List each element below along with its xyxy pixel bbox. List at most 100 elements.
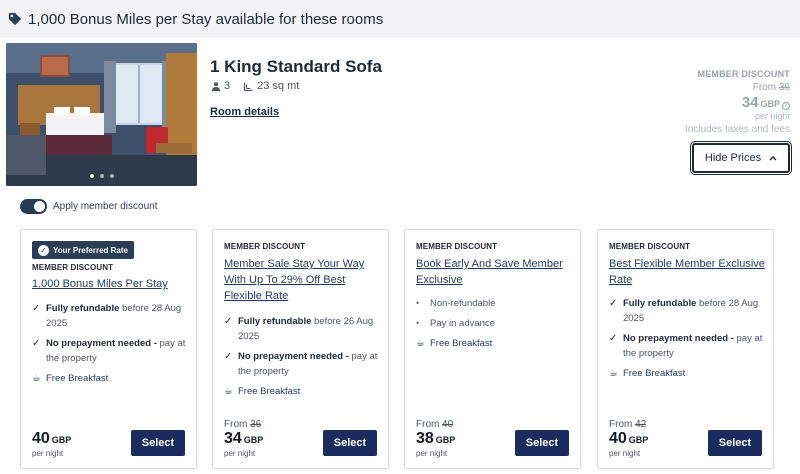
price-amount: 38	[416, 430, 434, 447]
feature-text: Pay in advance	[430, 318, 495, 329]
carousel-dots[interactable]	[6, 174, 197, 178]
chevron-up-icon	[769, 156, 777, 161]
toggle-label: Apply member discount	[53, 201, 158, 212]
rate-card: MEMBER DISCOUNT Book Early And Save Memb…	[404, 229, 581, 469]
rate-features: ✓ Fully refundable before 26 Aug 2025 ✓ …	[224, 314, 382, 404]
check-icon: ✓	[32, 338, 41, 349]
rate-card: MEMBER DISCOUNT Member Sale Stay Your Wa…	[212, 229, 389, 469]
original-price: 36	[250, 419, 262, 430]
room-size-icon	[244, 82, 253, 91]
feature-bold: No prepayment needed -	[238, 351, 349, 362]
tag-icon	[8, 12, 22, 26]
prepayment-feature: ✓ No prepayment needed - pay at the prop…	[609, 331, 767, 361]
bonus-miles-banner: 1,000 Bonus Miles per Stay available for…	[0, 0, 800, 38]
refundable-feature: ✓ Fully refundable before 28 Aug 2025	[32, 301, 190, 331]
room-photo-carousel[interactable]	[6, 43, 197, 186]
currency: GBP	[760, 99, 780, 109]
breakfast-label: Free Breakfast	[623, 368, 686, 379]
room-size-value: 23 sq mt	[257, 80, 300, 92]
breakfast-label: Free Breakfast	[238, 386, 301, 397]
price-value: 34	[741, 94, 759, 111]
coffee-cup-icon: ☕	[32, 373, 41, 384]
card-price: From 36 34 GBP per night	[224, 419, 263, 458]
room-meta: 3 23 sq mt	[212, 80, 313, 92]
per-night-label: per night	[609, 449, 641, 458]
price-amount: 40	[609, 430, 627, 447]
per-night-label: per night	[32, 449, 64, 458]
rate-card: MEMBER DISCOUNT Best Flexible Member Exc…	[597, 229, 774, 469]
non-refundable-feature: • Non-refundable	[416, 296, 574, 311]
hide-prices-button[interactable]: Hide Prices	[690, 141, 792, 175]
feature-bold: Fully refundable	[623, 298, 697, 309]
card-price: From 42 40 GBP per night	[609, 419, 648, 458]
check-icon: ✓	[224, 351, 233, 362]
price-amount: 34	[224, 430, 242, 447]
check-icon: ✓	[224, 316, 233, 327]
bullet-icon: •	[416, 318, 420, 328]
from-prefix: From	[224, 419, 248, 430]
preferred-rate-badge: ✓ Your Preferred Rate	[32, 241, 134, 259]
per-night-label: per night	[224, 449, 256, 458]
price-value: 38 GBP	[416, 430, 455, 449]
per-night-label: per night	[754, 111, 790, 121]
select-button[interactable]: Select	[323, 430, 377, 456]
member-discount-label: MEMBER DISCOUNT	[32, 263, 114, 272]
select-button[interactable]: Select	[708, 430, 762, 456]
currency: GBP	[243, 435, 264, 445]
rate-features: ✓ Fully refundable before 28 Aug 2025 ✓ …	[609, 296, 767, 386]
breakfast-label: Free Breakfast	[46, 373, 109, 384]
coffee-cup-icon: ☕	[416, 338, 425, 349]
badge-label: Your Preferred Rate	[53, 245, 128, 255]
rate-features: ✓ Fully refundable before 28 Aug 2025 ✓ …	[32, 301, 190, 391]
per-night-label: per night	[416, 449, 448, 458]
member-discount-toggle[interactable]	[20, 199, 47, 214]
currency: GBP	[435, 435, 456, 445]
discounted-price: 34 GBP i	[685, 94, 790, 111]
carousel-dot[interactable]	[109, 174, 114, 178]
info-icon[interactable]: i	[782, 102, 790, 110]
feature-bold: No prepayment needed -	[46, 338, 157, 349]
original-price: 42	[635, 419, 647, 430]
card-price: From 40 38 GBP per night	[416, 419, 455, 458]
coffee-cup-icon: ☕	[224, 386, 233, 397]
prepayment-feature: ✓ No prepayment needed - pay at the prop…	[224, 349, 382, 379]
rate-card: ✓ Your Preferred Rate MEMBER DISCOUNT 1,…	[20, 229, 197, 469]
from-price: From 42	[609, 419, 648, 430]
feature-bold: Fully refundable	[46, 303, 120, 314]
hide-prices-label: Hide Prices	[704, 152, 762, 164]
select-button[interactable]: Select	[131, 430, 185, 456]
member-discount-label: MEMBER DISCOUNT	[697, 69, 790, 79]
room-photo	[6, 43, 197, 186]
guest-capacity: 3	[212, 80, 230, 92]
breakfast-feature: ☕ Free Breakfast	[224, 384, 382, 399]
prepayment-feature: ✓ No prepayment needed - pay at the prop…	[32, 336, 190, 366]
feature-text: Non-refundable	[430, 298, 496, 309]
check-circle-icon: ✓	[38, 244, 49, 256]
feature-bold: No prepayment needed -	[623, 333, 734, 344]
room-size: 23 sq mt	[244, 80, 299, 92]
rate-features: • Non-refundable • Pay in advance ☕ Free…	[416, 296, 574, 356]
carousel-dot[interactable]	[89, 174, 94, 178]
from-price: From 40	[416, 419, 455, 430]
breakfast-feature: ☕ Free Breakfast	[609, 366, 767, 381]
from-prefix: From	[609, 419, 633, 430]
rate-name-link[interactable]: Best Flexible Member Exclusive Rate	[609, 256, 767, 288]
guest-count: 3	[224, 80, 231, 92]
room-details-link[interactable]: Room details	[210, 106, 279, 118]
rate-name-link[interactable]: Book Early And Save Member Exclusive	[416, 256, 574, 288]
select-button[interactable]: Select	[515, 430, 569, 456]
from-prefix: From	[752, 82, 777, 93]
from-price: From 36	[224, 419, 263, 430]
breakfast-feature: ☕ Free Breakfast	[32, 371, 190, 386]
room-title: 1 King Standard Sofa	[210, 57, 382, 76]
feature-bold: Fully refundable	[238, 316, 312, 327]
breakfast-feature: ☕ Free Breakfast	[416, 336, 574, 351]
rate-name-link[interactable]: 1,000 Bonus Miles Per Stay	[32, 276, 190, 292]
from-prefix: From	[416, 419, 440, 430]
refundable-feature: ✓ Fully refundable before 26 Aug 2025	[224, 314, 382, 344]
member-discount-label: MEMBER DISCOUNT	[416, 242, 498, 251]
breakfast-label: Free Breakfast	[430, 338, 493, 349]
pay-in-advance-feature: • Pay in advance	[416, 316, 574, 331]
carousel-dot[interactable]	[99, 174, 104, 178]
rate-name-link[interactable]: Member Sale Stay Your Way With Up To 29%…	[224, 256, 382, 304]
